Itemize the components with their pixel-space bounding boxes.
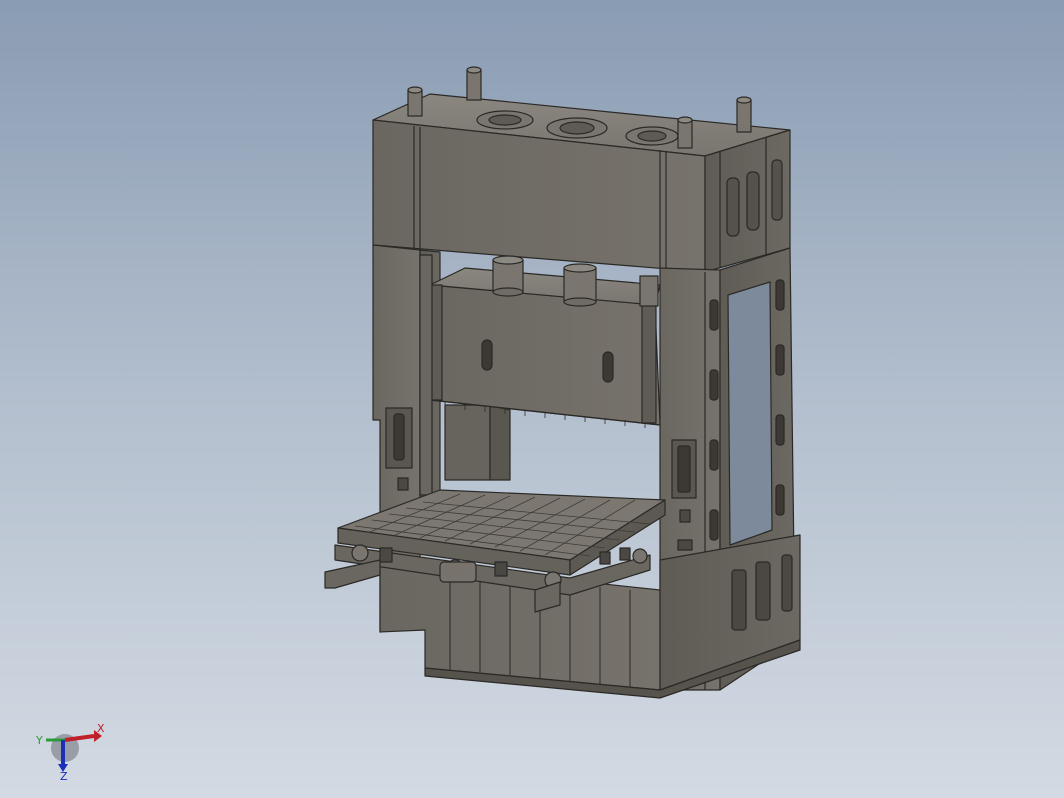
x-axis-label: X	[97, 722, 105, 735]
graphics-viewport[interactable]: X Y Z	[0, 0, 1064, 798]
press-machine-model[interactable]	[0, 0, 1064, 798]
z-axis-label: Z	[60, 770, 68, 782]
rail-bracket[interactable]	[324, 559, 381, 589]
orientation-triad[interactable]: X Y Z	[30, 722, 110, 782]
y-axis-label: Y	[35, 734, 43, 747]
